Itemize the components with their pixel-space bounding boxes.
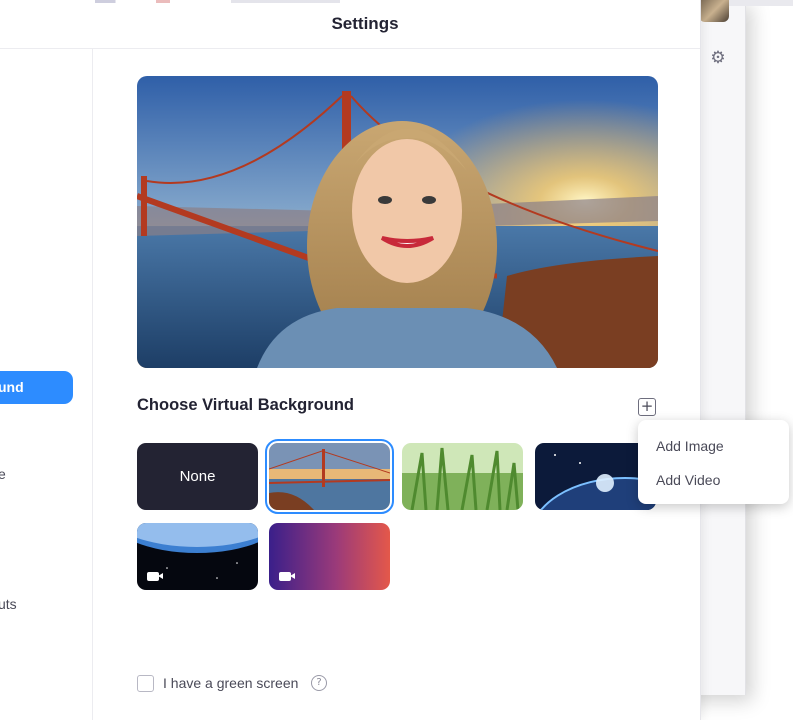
menu-item-add-image[interactable]: Add Image	[656, 438, 724, 454]
green-screen-label[interactable]: I have a green screen	[163, 675, 298, 691]
preview-image	[137, 76, 658, 368]
thumbnail-grass[interactable]	[402, 443, 523, 510]
gear-icon[interactable]: ⚙	[708, 48, 728, 68]
green-screen-checkbox[interactable]	[137, 675, 154, 692]
virtual-background-panel: Choose Virtual Background + None I have …	[93, 49, 700, 720]
avatar[interactable]	[699, 0, 729, 22]
video-icon	[147, 572, 163, 581]
camera-preview	[137, 76, 658, 368]
title-bar: Settings	[0, 0, 700, 49]
menu-item-add-video[interactable]: Add Video	[656, 472, 720, 488]
thumbnail-earth-horizon-video[interactable]	[137, 523, 258, 590]
sidebar-item-profile[interactable]: e	[0, 466, 6, 482]
help-icon[interactable]: ?	[311, 675, 327, 691]
thumbnail-golden-gate[interactable]	[265, 439, 394, 514]
add-background-menu: Add Image Add Video	[638, 420, 789, 504]
section-title: Choose Virtual Background	[137, 396, 354, 414]
background-tab-strip	[95, 0, 435, 3]
thumbnail-gradient-video[interactable]	[269, 523, 390, 590]
video-icon	[279, 572, 295, 581]
sidebar-item-background[interactable]: und	[0, 371, 73, 404]
window-title: Settings	[331, 14, 399, 33]
add-background-button[interactable]: +	[638, 398, 656, 416]
thumbnail-none[interactable]: None	[137, 443, 258, 510]
settings-window: Settings und e uts Choose Virtual Backgr…	[0, 0, 701, 720]
settings-sidebar: und e uts	[0, 49, 93, 720]
sidebar-item-shortcuts[interactable]: uts	[0, 596, 17, 612]
